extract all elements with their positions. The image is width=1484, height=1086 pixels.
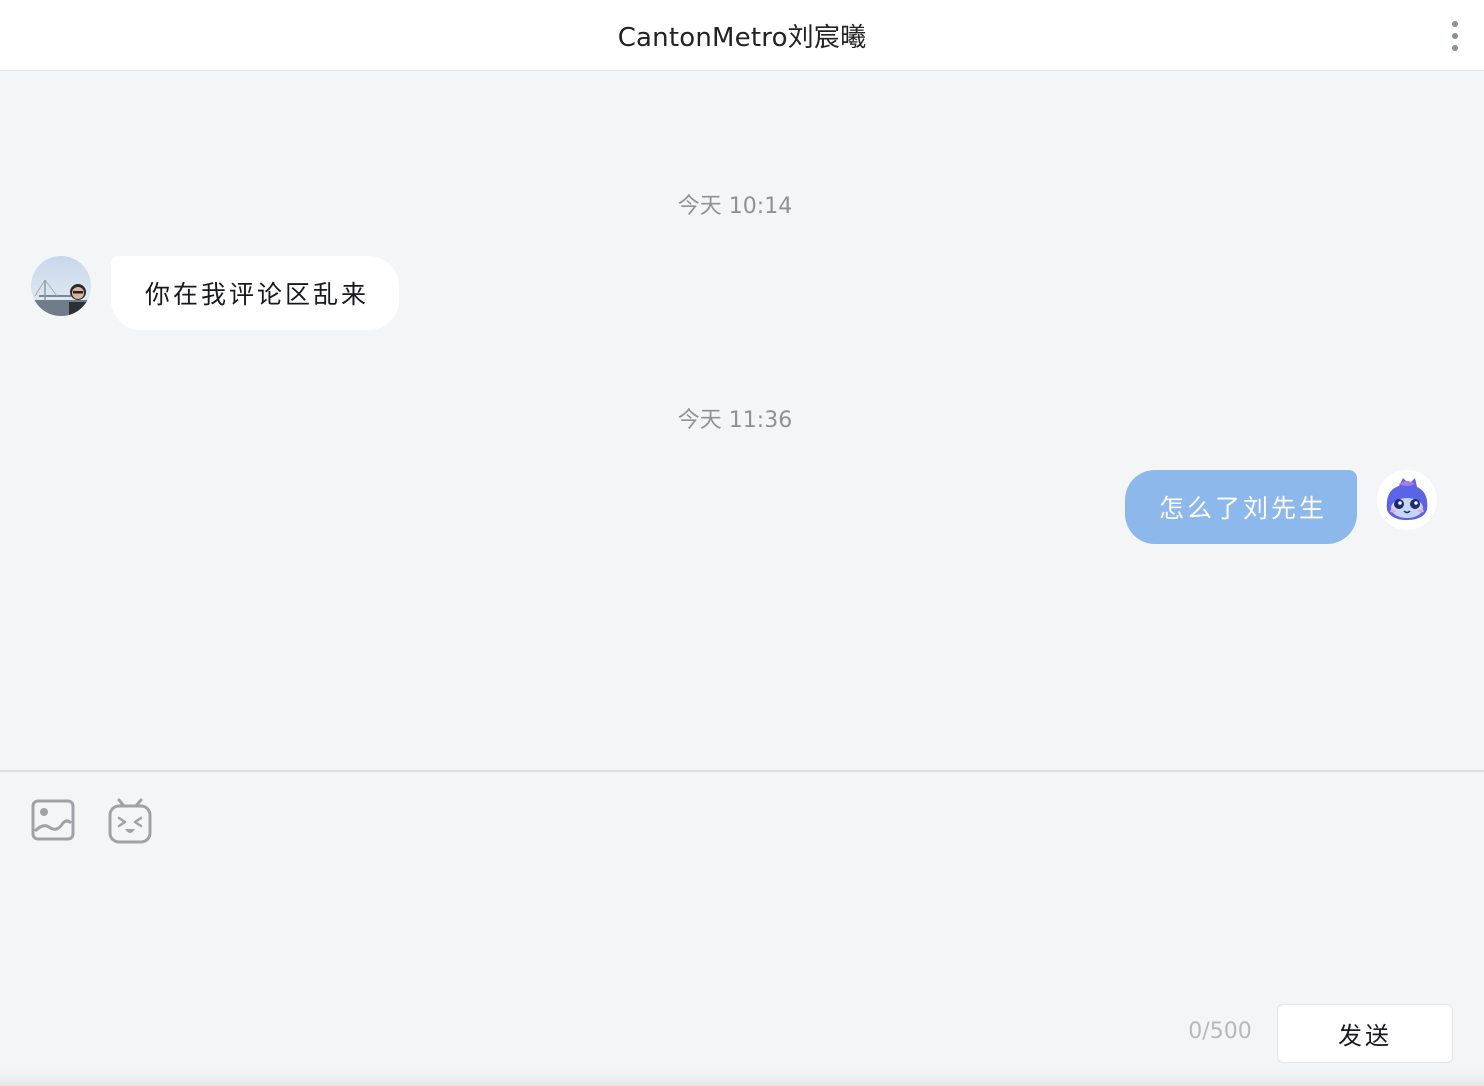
- message-bubble-received[interactable]: 你在我评论区乱来: [111, 256, 399, 330]
- more-dot: [1452, 21, 1458, 27]
- message-timestamp: 今天 10:14: [677, 194, 793, 219]
- self-avatar-mascot: [1377, 470, 1437, 530]
- more-dot: [1452, 33, 1458, 39]
- more-vertical-icon[interactable]: [1444, 18, 1466, 54]
- composer-divider: [0, 770, 1484, 772]
- contact-avatar-photo: [31, 256, 91, 316]
- contact-avatar[interactable]: [31, 256, 91, 316]
- char-count: 0/500: [1188, 1019, 1252, 1044]
- send-button[interactable]: 发送: [1277, 1004, 1453, 1063]
- emoji-icon[interactable]: [106, 797, 154, 845]
- self-avatar[interactable]: [1377, 470, 1437, 530]
- chat-header: CantonMetro刘宸曦: [0, 0, 1484, 71]
- message-list[interactable]: 今天 10:14 你在我评论区乱来 今天 11:36 怎么了刘先生: [0, 71, 1484, 770]
- more-dot: [1452, 45, 1458, 51]
- message-bubble-sent[interactable]: 怎么了刘先生: [1125, 470, 1357, 544]
- window-bottom-edge: [0, 1070, 1484, 1086]
- image-icon[interactable]: [29, 797, 77, 845]
- chat-title: CantonMetro刘宸曦: [617, 22, 867, 53]
- message-timestamp: 今天 11:36: [677, 408, 793, 433]
